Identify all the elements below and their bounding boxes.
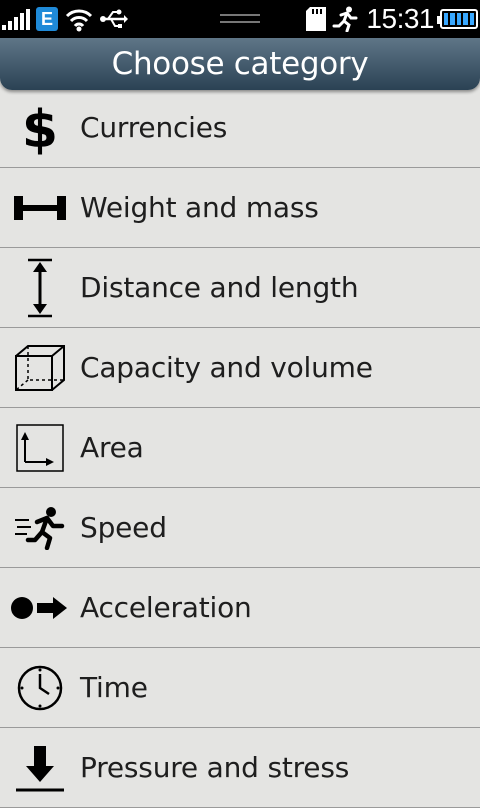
drag-handle[interactable]: [220, 14, 260, 28]
runner-icon: [0, 488, 80, 568]
network-e-icon: E: [36, 7, 58, 31]
category-label: Area: [80, 431, 144, 464]
category-item-time[interactable]: Time: [0, 648, 480, 728]
sd-card-icon: [306, 7, 327, 31]
category-item-distance[interactable]: Distance and length: [0, 248, 480, 328]
dumbbell-icon: [0, 168, 80, 248]
clock-icon: [0, 648, 80, 728]
category-label: Weight and mass: [80, 191, 319, 224]
category-item-weight[interactable]: Weight and mass: [0, 168, 480, 248]
signal-icon: [2, 8, 30, 30]
category-label: Speed: [80, 511, 167, 544]
wifi-icon: [65, 9, 93, 32]
svg-text:$: $: [22, 100, 58, 156]
page-title: Choose category: [111, 46, 369, 82]
clock-time: 15:31: [366, 3, 434, 34]
category-item-pressure[interactable]: Pressure and stress: [0, 728, 480, 808]
area-icon: [0, 408, 80, 488]
category-label: Distance and length: [80, 271, 359, 304]
down-arrow-icon: [0, 728, 80, 808]
category-item-currencies[interactable]: $ Currencies: [0, 88, 480, 168]
category-label: Currencies: [80, 111, 228, 144]
category-item-area[interactable]: Area: [0, 408, 480, 488]
ball-arrow-icon: [0, 568, 80, 648]
category-item-speed[interactable]: Speed: [0, 488, 480, 568]
category-label: Pressure and stress: [80, 751, 350, 784]
status-bar: E 15:31: [0, 0, 480, 38]
category-label: Time: [80, 671, 148, 704]
title-bar: Choose category: [0, 38, 480, 90]
usb-icon: [100, 9, 128, 28]
category-label: Acceleration: [80, 591, 252, 624]
category-item-acceleration[interactable]: Acceleration: [0, 568, 480, 648]
dollar-icon: $: [0, 88, 80, 168]
category-item-capacity[interactable]: Capacity and volume: [0, 328, 480, 408]
cube-icon: [0, 328, 80, 408]
battery-icon: [437, 9, 478, 29]
running-man-icon: [332, 6, 358, 32]
category-label: Capacity and volume: [80, 351, 373, 384]
category-list: $ Currencies Weight and mass Distance an…: [0, 88, 480, 808]
vertical-arrow-icon: [0, 248, 80, 328]
